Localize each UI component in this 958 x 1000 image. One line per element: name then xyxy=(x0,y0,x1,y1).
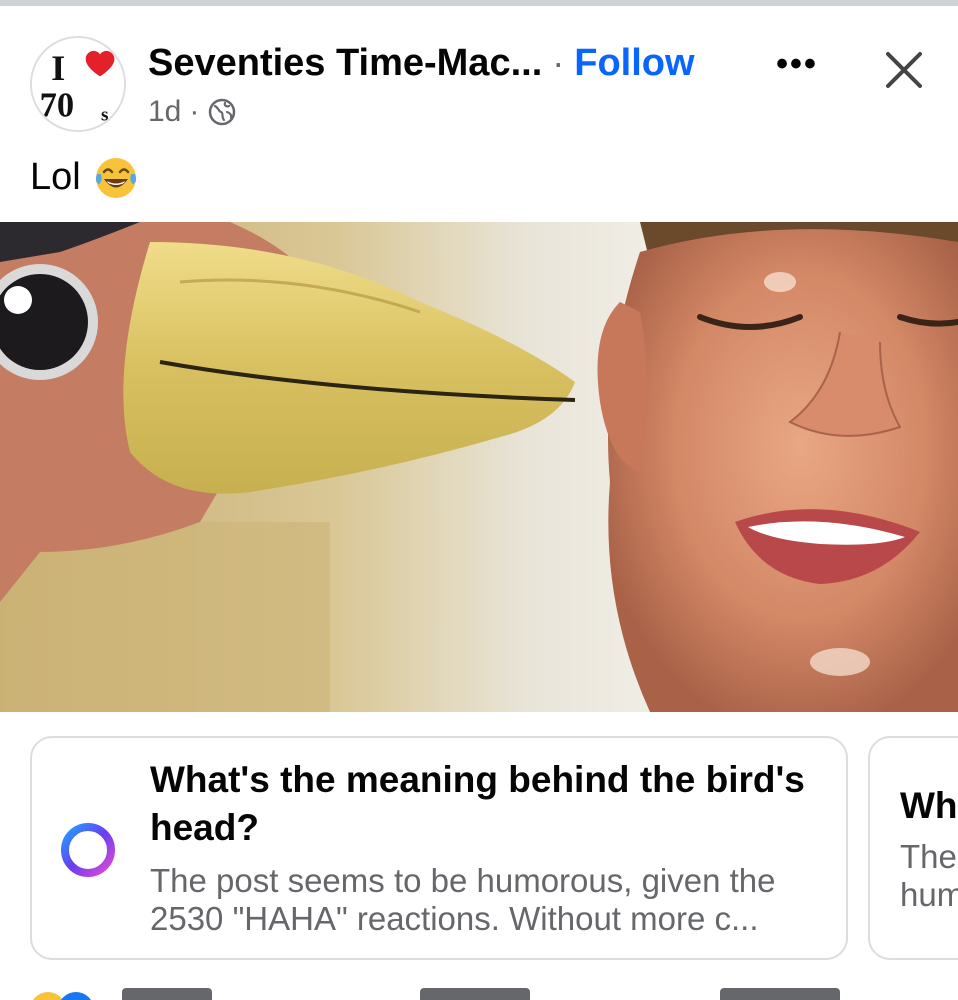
reactions-bar xyxy=(30,986,958,1000)
ai-suggestion-card[interactable]: What's the meaning behind the bird's hea… xyxy=(30,736,848,960)
i-love-70s-logo: I 70 s xyxy=(32,38,124,130)
share-count-placeholder[interactable] xyxy=(720,988,840,1000)
post-header: I 70 s Seventies Time-Mac... · Follow 1d… xyxy=(0,14,958,144)
reaction-count-placeholder[interactable] xyxy=(122,988,212,1000)
logo-i: I xyxy=(51,48,65,88)
post-text: Lol xyxy=(30,150,141,204)
photo-bird-puppet-and-woman xyxy=(0,222,958,712)
suggestion-answer: The post seems to be humorous, given the… xyxy=(150,862,776,937)
post-caption: Lol xyxy=(30,155,81,198)
close-icon[interactable] xyxy=(878,44,930,96)
like-reaction-icon xyxy=(58,992,94,1000)
post-meta: 1d · xyxy=(148,92,237,132)
post-time[interactable]: 1d xyxy=(148,95,181,129)
globe-icon xyxy=(209,98,236,126)
page-name-row: Seventies Time-Mac... · Follow xyxy=(148,38,695,88)
follow-button[interactable]: Follow xyxy=(574,42,694,85)
suggestion-answer-2-line2: hum xyxy=(900,876,958,913)
meta-ai-suggestions: What's the meaning behind the bird's hea… xyxy=(0,736,958,962)
top-divider xyxy=(0,0,958,6)
logo-70: 70 xyxy=(40,87,75,125)
logo-s: s xyxy=(101,104,108,125)
more-options-icon: ••• xyxy=(776,45,818,83)
more-options-button[interactable]: ••• xyxy=(768,44,826,84)
suggestion-question: What's the meaning behind the bird's hea… xyxy=(150,759,805,848)
post-photo[interactable] xyxy=(0,222,958,712)
comment-count-placeholder[interactable] xyxy=(420,988,530,1000)
ai-suggestion-card-2[interactable]: Wh The hum xyxy=(868,736,958,960)
meta-ai-icon xyxy=(61,823,115,877)
name-separator: · xyxy=(552,42,565,83)
suggestion-answer-2-line1: The xyxy=(900,838,957,875)
meta-separator: · xyxy=(189,95,200,128)
avatar[interactable]: I 70 s xyxy=(30,36,126,132)
page-name[interactable]: Seventies Time-Mac... xyxy=(148,42,542,85)
tears-of-joy-emoji xyxy=(95,158,136,198)
suggestion-question-2: Wh xyxy=(900,785,958,826)
suggestion-answer-2: The hum xyxy=(900,838,958,914)
